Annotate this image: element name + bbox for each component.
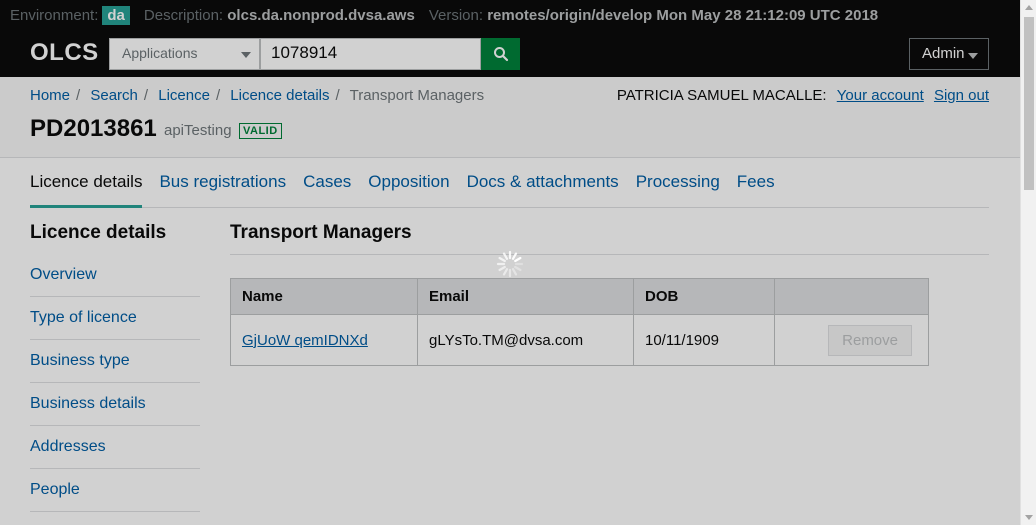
scroll-down-icon[interactable] [1025, 515, 1033, 520]
spinner-spoke [498, 265, 506, 272]
scrollbar-thumb[interactable] [1024, 17, 1034, 190]
spinner-spoke [514, 256, 522, 263]
loading-spinner-icon [496, 250, 524, 278]
scroll-up-icon[interactable] [1025, 5, 1033, 10]
page-scrollbar[interactable] [1020, 0, 1036, 525]
spinner-spoke [502, 268, 509, 276]
spinner-spoke [514, 265, 522, 272]
spinner-spoke [498, 256, 506, 263]
spinner-spoke [502, 252, 509, 260]
spinner-spoke [511, 268, 518, 276]
spinner-spoke [511, 252, 518, 260]
